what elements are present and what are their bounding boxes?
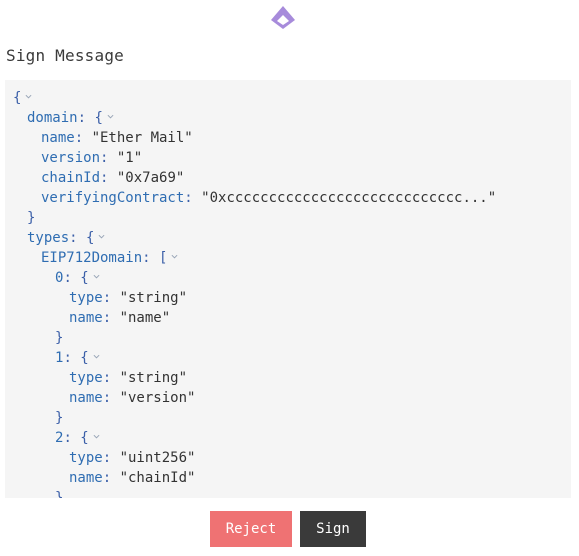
json-key: verifyingContract bbox=[41, 190, 185, 206]
json-line: name: "version" bbox=[69, 390, 196, 406]
json-key: type bbox=[69, 370, 103, 386]
json-value: "0x7a69" bbox=[116, 170, 185, 186]
json-line: } bbox=[55, 408, 63, 428]
json-value: "chainId" bbox=[119, 470, 196, 486]
json-line: version: "1" bbox=[41, 150, 143, 166]
message-json-viewer[interactable]: {domain: {name: "Ether Mail" version: "1"… bbox=[5, 80, 571, 498]
collapse-chevron-icon[interactable] bbox=[25, 93, 32, 100]
json-line: type: "string" bbox=[69, 370, 188, 386]
json-key: type bbox=[69, 450, 103, 466]
json-value: "version" bbox=[119, 390, 196, 406]
json-key: type bbox=[69, 290, 103, 306]
json-line: types: { bbox=[27, 228, 105, 248]
collapse-chevron-icon[interactable] bbox=[107, 113, 114, 120]
collapse-chevron-icon[interactable] bbox=[93, 353, 100, 360]
collapse-chevron-icon[interactable] bbox=[93, 273, 100, 280]
wallet-logo-icon bbox=[271, 6, 295, 29]
json-line: type: "uint256" bbox=[69, 450, 196, 466]
json-value: "string" bbox=[119, 290, 188, 306]
json-value: "1" bbox=[116, 150, 143, 166]
json-key: name bbox=[69, 470, 103, 486]
json-line: EIP712Domain: [ bbox=[41, 248, 178, 268]
json-bracket: { bbox=[94, 110, 103, 126]
sign-button[interactable]: Sign bbox=[300, 511, 366, 547]
json-line: 0: { bbox=[55, 268, 100, 288]
collapse-chevron-icon[interactable] bbox=[93, 433, 100, 440]
json-key: EIP712Domain bbox=[41, 250, 143, 266]
json-key: name bbox=[41, 130, 75, 146]
json-line: chainId: "0x7a69" bbox=[41, 170, 185, 186]
json-line: domain: { bbox=[27, 108, 114, 128]
json-bracket: } bbox=[55, 410, 64, 426]
page-title: Sign Message bbox=[6, 46, 124, 65]
json-line: } bbox=[55, 328, 63, 348]
reject-button[interactable]: Reject bbox=[210, 511, 292, 547]
json-line: name: "Ether Mail" bbox=[41, 130, 193, 146]
json-bracket: } bbox=[55, 490, 64, 498]
json-line: type: "string" bbox=[69, 290, 188, 306]
json-key: chainId bbox=[41, 170, 101, 186]
json-value: "string" bbox=[119, 370, 188, 386]
json-bracket: [ bbox=[159, 250, 168, 266]
json-line: { bbox=[13, 88, 32, 108]
json-line: 1: { bbox=[55, 348, 100, 368]
json-line: verifyingContract: "0xcccccccccccccccccc… bbox=[41, 190, 497, 206]
json-key: name bbox=[69, 310, 103, 326]
json-bracket: { bbox=[13, 90, 22, 106]
json-bracket: { bbox=[86, 230, 95, 246]
json-key: types bbox=[27, 230, 70, 246]
json-value: "uint256" bbox=[119, 450, 196, 466]
json-line: name: "chainId" bbox=[69, 470, 196, 486]
json-bracket: { bbox=[80, 350, 89, 366]
json-key: domain bbox=[27, 110, 78, 126]
json-bracket: } bbox=[27, 210, 36, 226]
json-bracket: { bbox=[80, 270, 89, 286]
json-bracket: { bbox=[80, 430, 89, 446]
json-key: version bbox=[41, 150, 101, 166]
json-value: "name" bbox=[119, 310, 171, 326]
json-value: "Ether Mail" bbox=[91, 130, 193, 146]
json-line: } bbox=[27, 208, 35, 228]
json-line: 2: { bbox=[55, 428, 100, 448]
json-key: name bbox=[69, 390, 103, 406]
json-bracket: } bbox=[55, 330, 64, 346]
collapse-chevron-icon[interactable] bbox=[98, 233, 105, 240]
json-line: name: "name" bbox=[69, 310, 171, 326]
json-line: } bbox=[55, 488, 63, 498]
collapse-chevron-icon[interactable] bbox=[171, 253, 178, 260]
json-value: "0xcccccccccccccccccccccccccccc..." bbox=[201, 190, 497, 206]
